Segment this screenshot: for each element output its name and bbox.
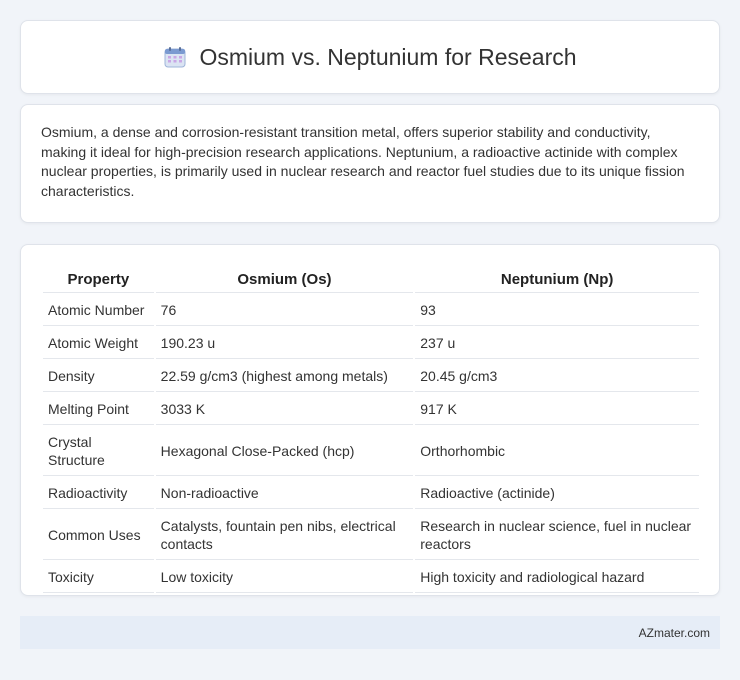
comparison-table: Property Osmium (Os) Neptunium (Np) Atom… [41, 265, 701, 595]
table-row: Common Uses Catalysts, fountain pen nibs… [43, 511, 699, 560]
description-text: Osmium, a dense and corrosion-resistant … [41, 124, 685, 199]
osmium-cell: 22.59 g/cm3 (highest among metals) [155, 361, 414, 392]
property-cell: Atomic Weight [43, 328, 154, 359]
title-card: Osmium vs. Neptunium for Research [20, 20, 720, 94]
header-property: Property [43, 267, 154, 293]
osmium-cell: 190.23 u [155, 328, 414, 359]
calendar-icon [163, 45, 187, 69]
osmium-cell: 3033 K [155, 394, 414, 425]
property-cell: Common Uses [43, 511, 154, 560]
property-cell: Toxicity [43, 562, 154, 593]
page-title: Osmium vs. Neptunium for Research [199, 43, 577, 70]
neptunium-cell: Radioactive (actinide) [415, 478, 699, 509]
neptunium-cell: 237 u [415, 328, 699, 359]
neptunium-cell: Research in nuclear science, fuel in nuc… [415, 511, 699, 560]
osmium-cell: Low toxicity [155, 562, 414, 593]
table-row: Atomic Number 76 93 [43, 295, 699, 326]
neptunium-cell: 93 [415, 295, 699, 326]
table-row: Density 22.59 g/cm3 (highest among metal… [43, 361, 699, 392]
property-cell: Melting Point [43, 394, 154, 425]
description-card: Osmium, a dense and corrosion-resistant … [20, 104, 720, 223]
table-row: Crystal Structure Hexagonal Close-Packed… [43, 427, 699, 476]
neptunium-cell: 917 K [415, 394, 699, 425]
property-cell: Density [43, 361, 154, 392]
header-osmium: Osmium (Os) [155, 267, 414, 293]
header-neptunium: Neptunium (Np) [415, 267, 699, 293]
title-wrap: Osmium vs. Neptunium for Research [163, 43, 577, 71]
table-row: Melting Point 3033 K 917 K [43, 394, 699, 425]
table-row: Radioactivity Non-radioactive Radioactiv… [43, 478, 699, 509]
footer-brand: AZmater.com [638, 625, 710, 640]
table-header-row: Property Osmium (Os) Neptunium (Np) [43, 267, 699, 293]
osmium-cell: 76 [155, 295, 414, 326]
property-cell: Crystal Structure [43, 427, 154, 476]
neptunium-cell: 20.45 g/cm3 [415, 361, 699, 392]
footer: AZmater.com [20, 616, 720, 649]
property-cell: Radioactivity [43, 478, 154, 509]
comparison-table-card: Property Osmium (Os) Neptunium (Np) Atom… [20, 244, 720, 596]
property-cell: Atomic Number [43, 295, 154, 326]
neptunium-cell: Orthorhombic [415, 427, 699, 476]
table-row: Toxicity Low toxicity High toxicity and … [43, 562, 699, 593]
table-row: Atomic Weight 190.23 u 237 u [43, 328, 699, 359]
osmium-cell: Catalysts, fountain pen nibs, electrical… [155, 511, 414, 560]
osmium-cell: Hexagonal Close-Packed (hcp) [155, 427, 414, 476]
osmium-cell: Non-radioactive [155, 478, 414, 509]
neptunium-cell: High toxicity and radiological hazard [415, 562, 699, 593]
